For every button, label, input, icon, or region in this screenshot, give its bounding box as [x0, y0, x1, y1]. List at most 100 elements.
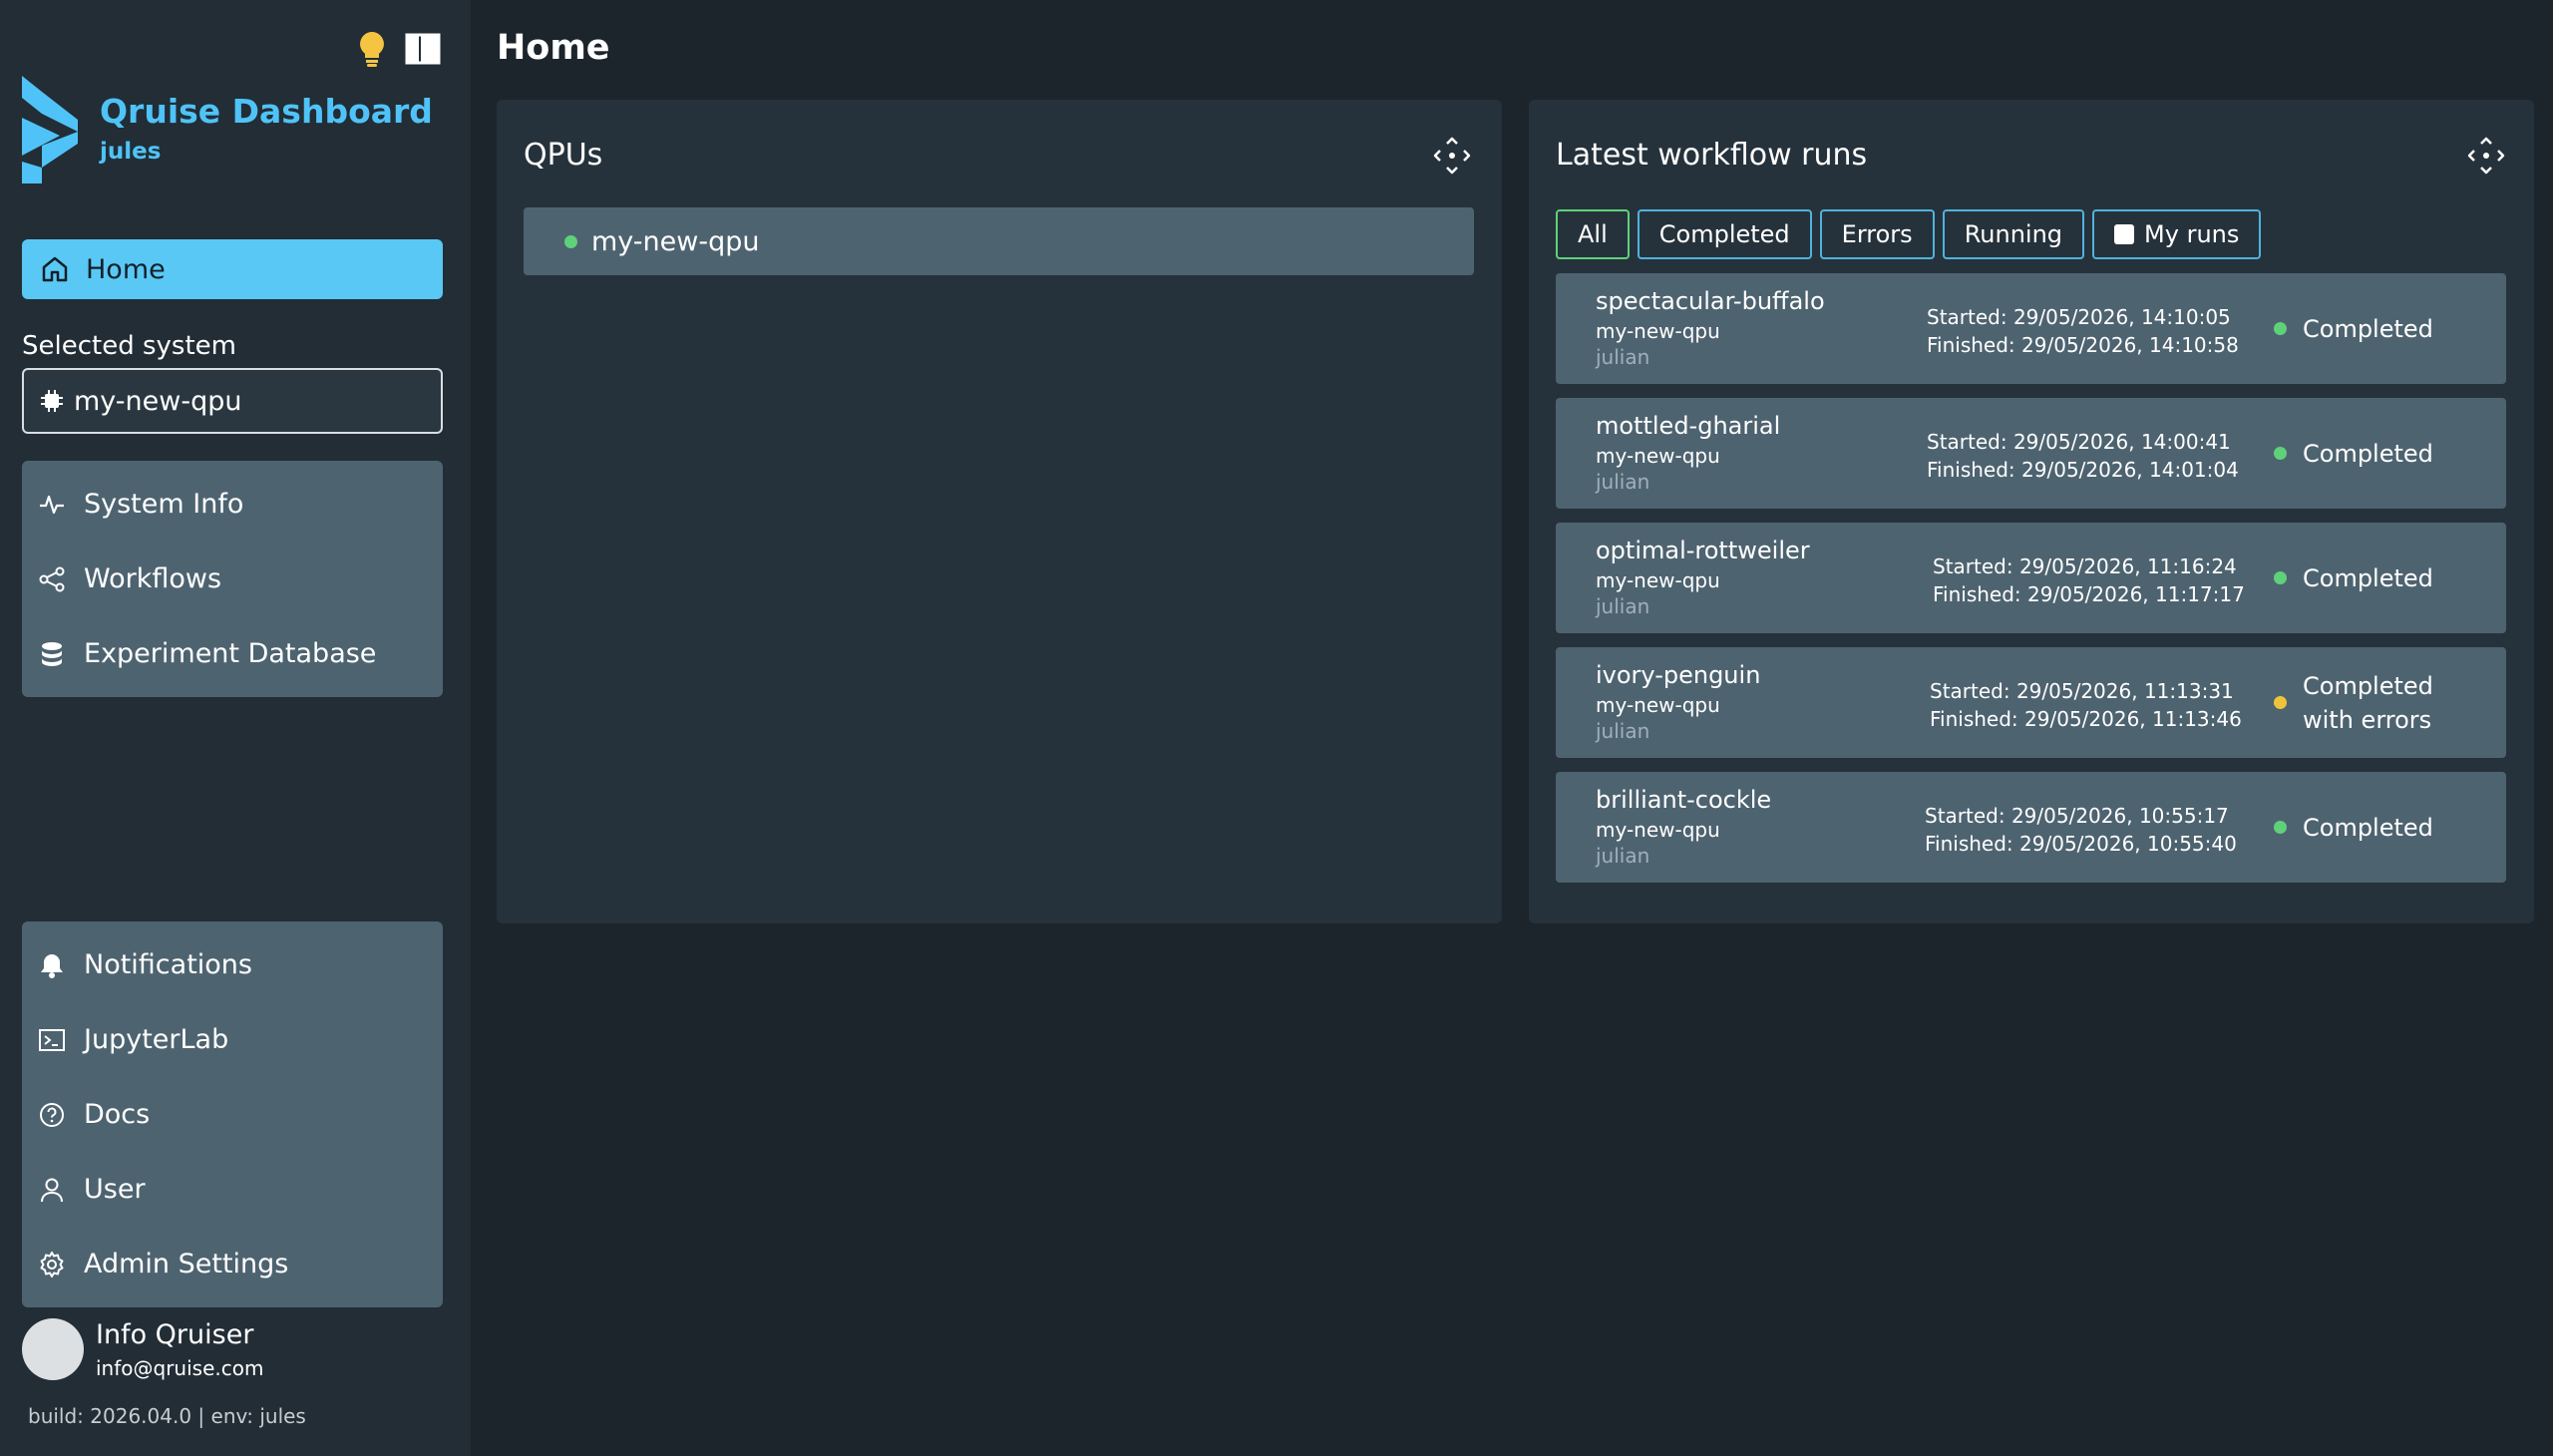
run-times: Started: 29/05/2026, 14:10:05 Finished: …	[1927, 303, 2239, 359]
run-item[interactable]: optimal-rottweiler my-new-qpu julian Sta…	[1556, 523, 2506, 633]
main-nav: System Info Workflows Experiment Databas…	[22, 461, 443, 697]
run-item[interactable]: brilliant-cockle my-new-qpu julian Start…	[1556, 772, 2506, 883]
run-filters: All Completed Errors Running My runs	[1556, 209, 2262, 259]
qpu-name: my-new-qpu	[591, 225, 760, 257]
status-dot	[2274, 447, 2287, 460]
run-user: julian	[1596, 594, 1650, 618]
selected-system-value: my-new-qpu	[74, 385, 242, 417]
lightbulb-icon[interactable]	[357, 30, 387, 72]
status-text: Completed	[2303, 314, 2433, 343]
filter-my-runs[interactable]: My runs	[2092, 209, 2262, 259]
chip-icon	[41, 390, 63, 412]
page-title: Home	[497, 28, 610, 68]
build-info: build: 2026.04.0 | env: jules	[28, 1404, 306, 1428]
nav-item-notifications[interactable]: Notifications	[22, 927, 443, 1002]
my-runs-checkbox[interactable]	[2114, 224, 2135, 244]
run-times: Started: 29/05/2026, 10:55:17 Finished: …	[1925, 802, 2237, 858]
home-label: Home	[86, 253, 166, 285]
nav-label: System Info	[84, 489, 244, 520]
run-qpu: my-new-qpu	[1596, 568, 1720, 592]
run-name: spectacular-buffalo	[1596, 287, 1825, 315]
run-status: Completed	[2274, 398, 2433, 509]
run-started: Started: 29/05/2026, 14:00:41	[1927, 430, 2231, 454]
nav-item-docs[interactable]: Docs	[22, 1077, 443, 1152]
qpus-panel-title: QPUs	[524, 138, 603, 173]
nav-item-system-info[interactable]: System Info	[22, 467, 443, 542]
terminal-icon	[38, 1026, 66, 1054]
run-user: julian	[1596, 719, 1650, 743]
run-user: julian	[1596, 844, 1650, 868]
drag-handle-icon[interactable]	[2466, 136, 2506, 176]
sidebar-top-icons	[357, 30, 441, 72]
app-title: Qruise Dashboard	[100, 92, 433, 131]
nav-label: Admin Settings	[84, 1249, 289, 1279]
run-status: Completed	[2274, 523, 2433, 633]
profile-name: Info Qruiser	[96, 1318, 254, 1350]
drag-handle-icon[interactable]	[1432, 136, 1472, 176]
nav-item-experiment-database[interactable]: Experiment Database	[22, 616, 443, 691]
run-qpu: my-new-qpu	[1596, 818, 1720, 842]
workflow-runs-panel: Latest workflow runs All Completed Error…	[1529, 100, 2534, 923]
workflow-icon	[38, 565, 66, 593]
nav-item-workflows[interactable]: Workflows	[22, 542, 443, 616]
qpus-panel: QPUs my-new-qpu	[497, 100, 1502, 923]
run-name: optimal-rottweiler	[1596, 537, 1810, 564]
run-user: julian	[1596, 345, 1650, 369]
user-icon	[38, 1176, 66, 1204]
status-dot	[564, 235, 577, 248]
nav-item-admin-settings[interactable]: Admin Settings	[22, 1227, 443, 1301]
filter-all[interactable]: All	[1556, 209, 1630, 259]
avatar	[22, 1318, 84, 1380]
bell-icon	[38, 951, 66, 979]
run-finished: Finished: 29/05/2026, 14:10:58	[1927, 333, 2239, 357]
run-finished: Finished: 29/05/2026, 14:01:04	[1927, 458, 2239, 482]
qpu-list-item[interactable]: my-new-qpu	[524, 207, 1474, 275]
status-dot	[2274, 571, 2287, 584]
run-started: Started: 29/05/2026, 10:55:17	[1925, 804, 2229, 828]
run-name: mottled-gharial	[1596, 412, 1781, 440]
status-dot	[2274, 696, 2287, 709]
run-times: Started: 29/05/2026, 11:13:31 Finished: …	[1930, 677, 2242, 733]
run-item[interactable]: ivory-penguin my-new-qpu julian Started:…	[1556, 647, 2506, 758]
home-icon	[42, 256, 68, 282]
nav-label: Experiment Database	[84, 638, 377, 669]
run-qpu: my-new-qpu	[1596, 444, 1720, 468]
status-dot	[2274, 322, 2287, 335]
status-text: Completed	[2303, 813, 2433, 842]
run-finished: Finished: 29/05/2026, 10:55:40	[1925, 832, 2237, 856]
run-status: Completed	[2274, 772, 2433, 883]
status-text-line2: with errors	[2303, 705, 2432, 734]
nav-item-user[interactable]: User	[22, 1152, 443, 1227]
my-runs-label: My runs	[2144, 220, 2240, 248]
run-status: Completed with errors	[2274, 647, 2433, 758]
filter-completed[interactable]: Completed	[1637, 209, 1812, 259]
run-qpu: my-new-qpu	[1596, 693, 1720, 717]
nav-label: Notifications	[84, 949, 252, 980]
activity-icon	[38, 491, 66, 519]
run-finished: Finished: 29/05/2026, 11:13:46	[1930, 707, 2242, 731]
database-icon	[38, 640, 66, 668]
run-item[interactable]: spectacular-buffalo my-new-qpu julian St…	[1556, 273, 2506, 384]
status-text: Completed	[2303, 671, 2433, 700]
user-profile[interactable]: Info Qruiser info@qruise.com	[22, 1318, 263, 1380]
run-finished: Finished: 29/05/2026, 11:17:17	[1933, 582, 2245, 606]
runs-list: spectacular-buffalo my-new-qpu julian St…	[1556, 273, 2506, 897]
gear-icon	[38, 1251, 66, 1278]
profile-email: info@qruise.com	[96, 1355, 264, 1380]
home-button[interactable]: Home	[22, 239, 443, 299]
run-started: Started: 29/05/2026, 14:10:05	[1927, 305, 2231, 329]
brand: Qruise Dashboard jules	[20, 74, 433, 185]
app-user: jules	[100, 139, 162, 165]
filter-errors[interactable]: Errors	[1819, 209, 1935, 259]
nav-label: Docs	[84, 1099, 151, 1130]
run-item[interactable]: mottled-gharial my-new-qpu julian Starte…	[1556, 398, 2506, 509]
status-text: Completed	[2303, 439, 2433, 468]
logo-icon	[22, 76, 78, 183]
sidebar-toggle-icon[interactable]	[405, 33, 441, 69]
run-user: julian	[1596, 470, 1650, 494]
nav-item-jupyterlab[interactable]: JupyterLab	[22, 1002, 443, 1077]
filter-running[interactable]: Running	[1942, 209, 2085, 259]
selected-system-label: Selected system	[22, 331, 236, 361]
selected-system-select[interactable]: my-new-qpu	[22, 368, 443, 434]
run-qpu: my-new-qpu	[1596, 319, 1720, 343]
